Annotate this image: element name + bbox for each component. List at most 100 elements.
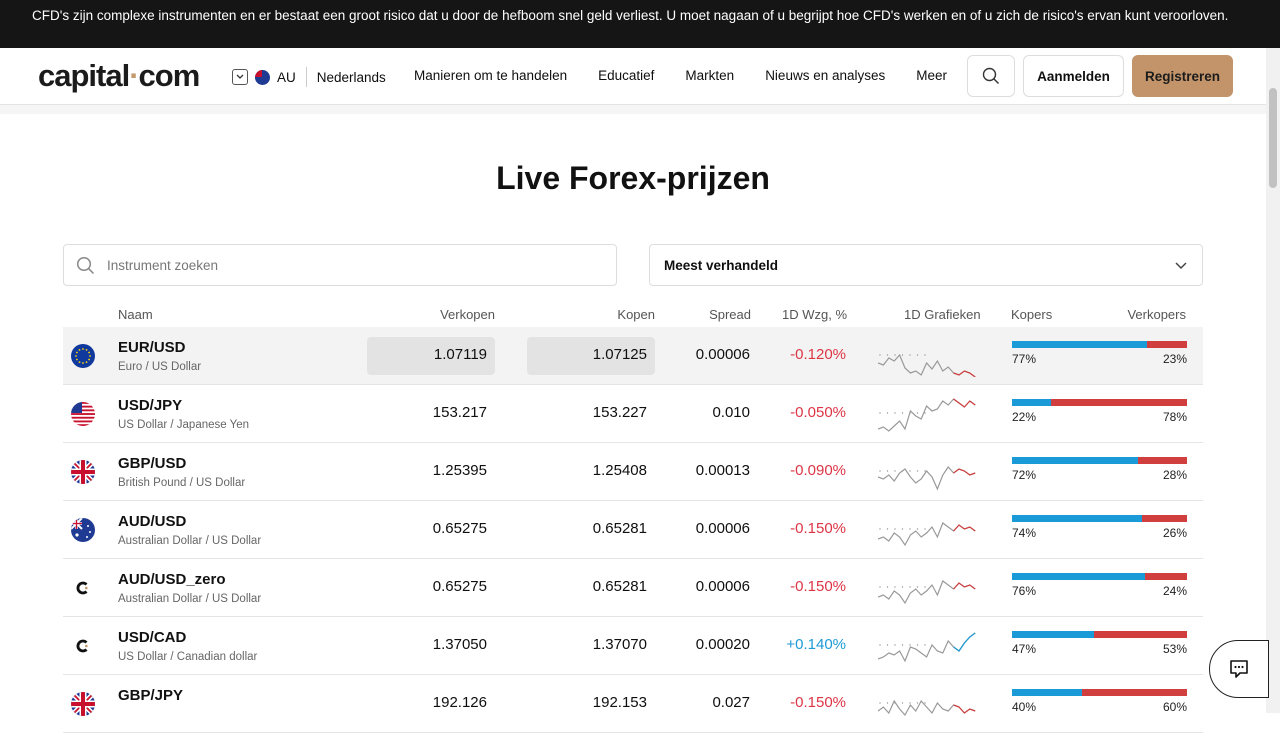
column-header-sell[interactable]: Verkopen xyxy=(394,307,495,322)
buyers-percent: 47% xyxy=(1012,642,1037,656)
logo-text-right: com xyxy=(138,58,201,93)
page-scrollbar[interactable] xyxy=(1266,48,1280,713)
table-row[interactable]: USD/JPY US Dollar / Japanese Yen 153.217 15… xyxy=(63,385,1203,443)
instrument-name[interactable]: AUD/USD xyxy=(118,513,186,530)
sparkline-chart xyxy=(878,522,976,547)
sparkline-chart xyxy=(878,398,976,432)
buy-price-button[interactable]: 0.65281 xyxy=(547,578,647,595)
daily-change: -0.150% xyxy=(790,578,846,595)
sell-price-button[interactable]: 1.07119 xyxy=(387,346,487,363)
register-button[interactable]: Registreren xyxy=(1132,55,1233,97)
risk-warning-banner: CFD's zijn complexe instrumenten en er b… xyxy=(0,0,1280,48)
buy-price-button[interactable]: 1.07125 xyxy=(547,346,647,363)
sellers-percent: 53% xyxy=(1162,642,1187,656)
logo-dot: · xyxy=(129,58,139,93)
sparkline-chart xyxy=(878,466,976,491)
column-header-spread[interactable]: Spread xyxy=(680,307,751,322)
sellers-percent: 26% xyxy=(1162,526,1187,540)
buy-price-button[interactable]: 1.37070 xyxy=(547,636,647,653)
column-header-sellers: Verkopers xyxy=(1127,307,1186,322)
login-button[interactable]: Aanmelden xyxy=(1023,55,1124,97)
column-header-change[interactable]: 1D Wzg, % xyxy=(766,307,847,322)
header-search-button[interactable] xyxy=(967,55,1015,97)
chat-icon xyxy=(1230,660,1248,678)
buyers-percent: 76% xyxy=(1012,584,1037,598)
capital-logo[interactable]: capital·com xyxy=(38,58,201,94)
sell-price-button[interactable]: 0.65275 xyxy=(387,578,487,595)
capital-logo-icon xyxy=(71,576,95,600)
spread-value: 0.010 xyxy=(712,404,750,421)
daily-change: -0.150% xyxy=(790,694,846,711)
sort-dropdown[interactable]: Meest verhandeld xyxy=(649,244,1203,286)
instrument-description: US Dollar / Canadian dollar xyxy=(118,651,258,663)
language-label: Nederlands xyxy=(316,69,386,85)
sellers-fill xyxy=(1141,515,1187,522)
sellers-percent: 24% xyxy=(1162,584,1187,598)
chat-button[interactable] xyxy=(1209,640,1269,698)
buy-price-button[interactable]: 0.65281 xyxy=(547,520,647,537)
buy-price-button[interactable]: 192.153 xyxy=(547,694,647,711)
sell-price-button[interactable]: 192.126 xyxy=(387,694,487,711)
buyers-fill xyxy=(1012,457,1138,464)
sellers-fill xyxy=(1146,341,1187,348)
column-header-name[interactable]: Naam xyxy=(118,307,153,322)
locale-selector[interactable]: AU Nederlands xyxy=(232,67,386,87)
instrument-search-input[interactable] xyxy=(107,257,587,273)
main-nav: Manieren om te handelen Educatief Markte… xyxy=(414,68,947,83)
sell-price-button[interactable]: 0.65275 xyxy=(387,520,487,537)
sentiment-bar xyxy=(1012,341,1187,348)
table-row[interactable]: AUD/USD Australian Dollar / US Dollar 0.65… xyxy=(63,501,1203,559)
region-code: AU xyxy=(277,69,296,85)
instrument-description: US Dollar / Japanese Yen xyxy=(118,419,250,431)
buy-price-button[interactable]: 1.25408 xyxy=(547,462,647,479)
site-header: capital·com AU Nederlands Manieren om te… xyxy=(0,48,1266,105)
instrument-description: Australian Dollar / US Dollar xyxy=(118,593,262,605)
logo-text-left: capital xyxy=(38,58,130,93)
instrument-description: British Pound / US Dollar xyxy=(118,477,246,489)
daily-change: -0.120% xyxy=(790,346,846,363)
instrument-name[interactable]: EUR/USD xyxy=(118,339,186,356)
buy-price-button[interactable]: 153.227 xyxy=(547,404,647,421)
sellers-percent: 78% xyxy=(1162,410,1187,424)
instrument-name[interactable]: AUD/USD_zero xyxy=(118,571,226,588)
buyers-percent: 77% xyxy=(1012,352,1037,366)
scrollbar-thumb[interactable] xyxy=(1269,88,1277,188)
sell-price-button[interactable]: 153.217 xyxy=(387,404,487,421)
instrument-search[interactable] xyxy=(63,244,617,286)
nav-more[interactable]: Meer xyxy=(916,68,947,83)
spread-value: 0.00006 xyxy=(695,346,750,363)
buyers-percent: 74% xyxy=(1012,526,1037,540)
instrument-description: Euro / US Dollar xyxy=(118,361,202,373)
sellers-percent: 60% xyxy=(1162,700,1187,714)
spread-value: 0.00020 xyxy=(695,636,750,653)
nav-ways-to-trade[interactable]: Manieren om te handelen xyxy=(414,68,567,83)
table-row[interactable]: AUD/USD_zero Australian Dollar / US Dolla… xyxy=(63,559,1203,617)
nav-news-analysis[interactable]: Nieuws en analyses xyxy=(765,68,885,83)
sellers-fill xyxy=(1082,689,1187,696)
search-icon xyxy=(982,67,999,84)
column-header-buy[interactable]: Kopen xyxy=(554,307,655,322)
instrument-name[interactable]: USD/JPY xyxy=(118,397,182,414)
table-row[interactable]: GBP/JPY 192.126 192.153 0.027 -0.150% 40% 60% xyxy=(63,675,1203,733)
sentiment-bar xyxy=(1012,515,1187,522)
instrument-name[interactable]: GBP/USD xyxy=(118,455,186,472)
daily-change: -0.050% xyxy=(790,404,846,421)
column-header-charts: 1D Grafieken xyxy=(904,307,981,322)
sell-price-button[interactable]: 1.25395 xyxy=(387,462,487,479)
page-title: Live Forex-prijzen xyxy=(496,160,770,196)
sell-price-button[interactable]: 1.37050 xyxy=(387,636,487,653)
spread-value: 0.00013 xyxy=(695,462,750,479)
sentiment-bar xyxy=(1012,457,1187,464)
nav-education[interactable]: Educatief xyxy=(598,68,654,83)
table-row[interactable]: EUR/USD Euro / US Dollar 1.07119 1.07125 0.0… xyxy=(63,327,1203,385)
daily-change: -0.090% xyxy=(790,462,846,479)
nav-markets[interactable]: Markten xyxy=(685,68,734,83)
sentiment-bar xyxy=(1012,689,1187,696)
sentiment-bar xyxy=(1012,631,1187,638)
table-row[interactable]: GBP/USD British Pound / US Dollar 1.25395 1… xyxy=(63,443,1203,501)
table-row[interactable]: USD/CAD US Dollar / Canadian dollar 1.3705… xyxy=(63,617,1203,675)
instrument-name[interactable]: GBP/JPY xyxy=(118,687,183,704)
instrument-name[interactable]: USD/CAD xyxy=(118,629,186,646)
spread-value: 0.027 xyxy=(712,694,750,711)
buyers-percent: 72% xyxy=(1012,468,1037,482)
